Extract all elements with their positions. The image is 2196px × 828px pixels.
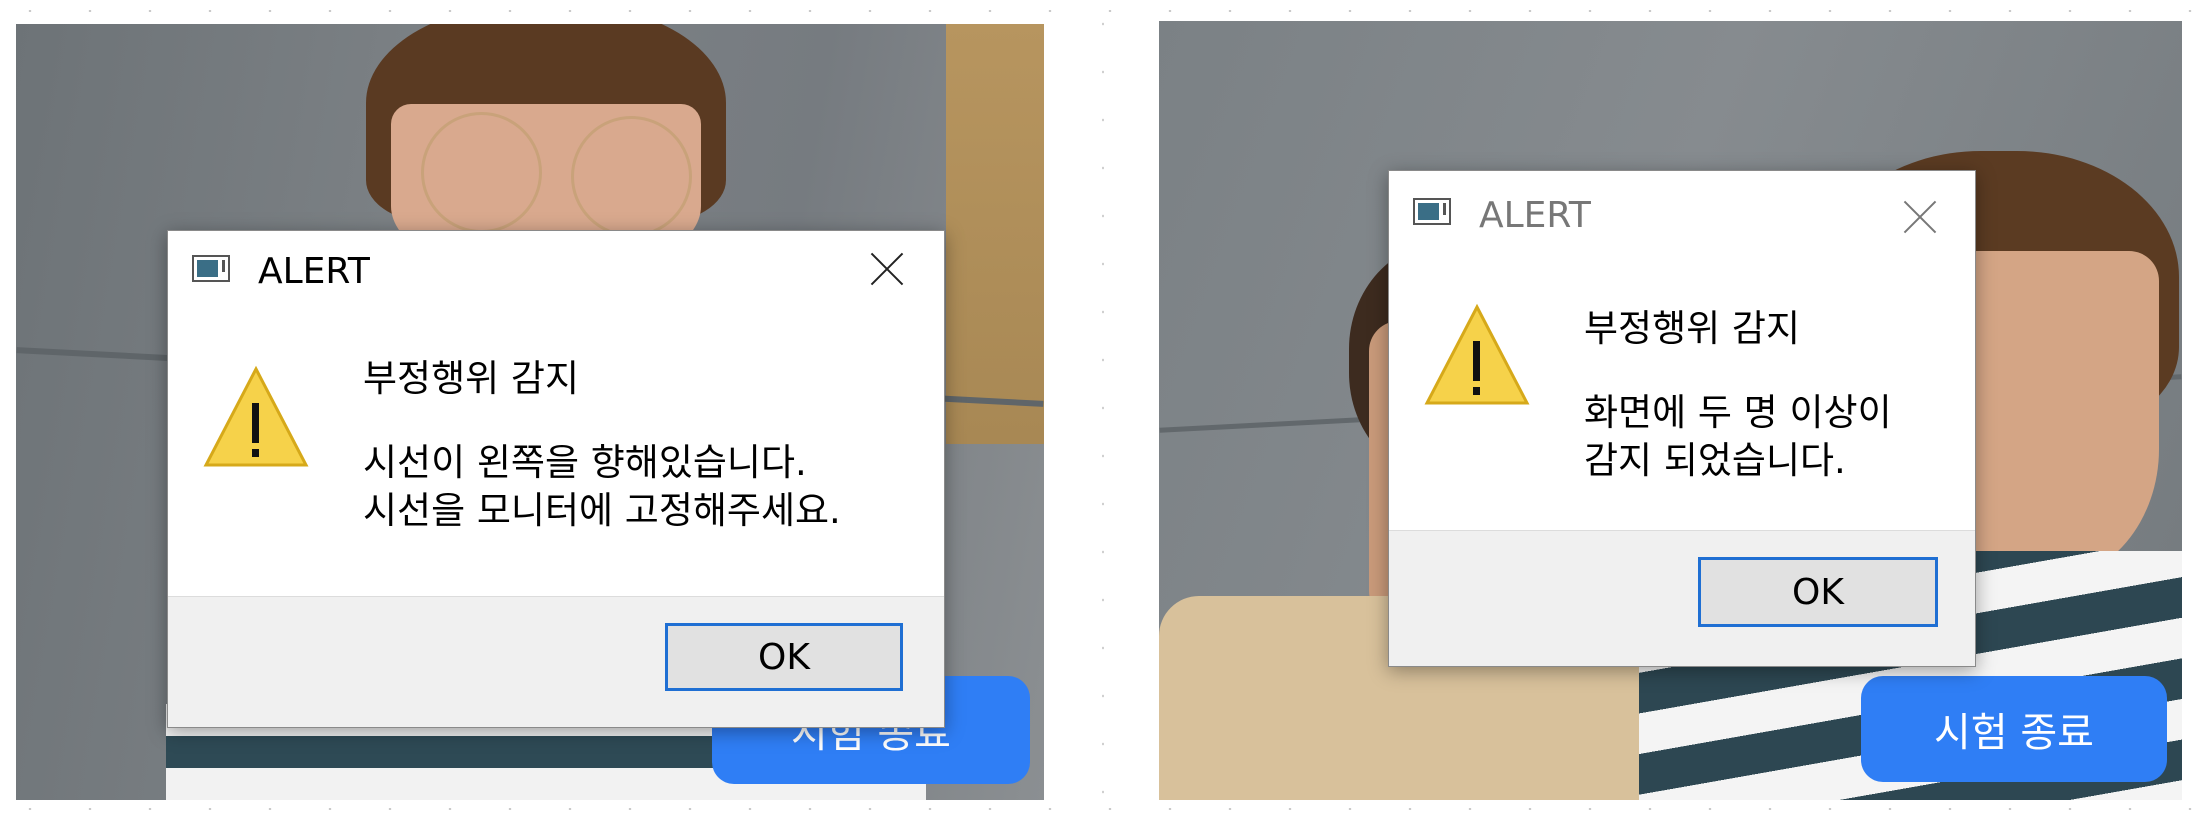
dialog-titlebar: ALERT: [1389, 171, 1975, 241]
dialog-message: 부정행위 감지 시선이 왼쪽을 향해있습니다. 시선을 모니터에 고정해주세요.: [363, 355, 841, 535]
dialog-footer: OK: [1389, 530, 1975, 666]
dialog-titlebar: ALERT: [168, 231, 944, 301]
close-icon[interactable]: [868, 249, 908, 289]
grid-dots-top: [0, 10, 2196, 12]
webcam-door-edge: [946, 24, 1044, 444]
dialog-footer: OK: [168, 596, 944, 727]
dialog-title: ALERT: [1479, 195, 1591, 236]
dialog-message-line: 화면에 두 명 이상이: [1584, 391, 1892, 434]
ok-button[interactable]: OK: [1698, 557, 1938, 627]
grid-dots-middle: [1102, 0, 1104, 828]
close-icon[interactable]: [1901, 197, 1941, 237]
ok-button[interactable]: OK: [665, 623, 903, 691]
dialog-message-line: 시선이 왼쪽을 향해있습니다.: [363, 441, 807, 484]
webcam-frame-left: 시험 종료 ALERT 부정행위 감지 시선이 왼쪽을 향해있습니다. 시선을 …: [16, 24, 1044, 800]
exam-end-button[interactable]: 시험 종료: [1861, 676, 2167, 782]
glasses-left-lens: [421, 112, 542, 233]
grid-dots-bottom: [0, 808, 2196, 810]
app-window-icon: [1413, 198, 1451, 225]
app-window-icon: [192, 255, 230, 282]
dialog-heading: 부정행위 감지: [1584, 307, 1801, 350]
dialog-message: 부정행위 감지 화면에 두 명 이상이 감지 되었습니다.: [1584, 305, 1892, 485]
dialog-message-line: 감지 되었습니다.: [1584, 439, 1846, 482]
warning-icon: [203, 365, 309, 467]
dialog-message-line: 시선을 모니터에 고정해주세요.: [363, 489, 841, 532]
glasses-right-lens: [571, 116, 692, 237]
alert-dialog: ALERT 부정행위 감지 화면에 두 명 이상이 감지 되었습니다. OK: [1388, 170, 1976, 667]
dialog-title: ALERT: [258, 251, 370, 292]
webcam-frame-right: 시험 종료 ALERT 부정행위 감지 화면에 두 명 이상이 감지 되었습니다…: [1159, 21, 2182, 800]
dialog-heading: 부정행위 감지: [363, 357, 580, 400]
alert-dialog: ALERT 부정행위 감지 시선이 왼쪽을 향해있습니다. 시선을 모니터에 고…: [167, 230, 945, 728]
warning-icon: [1424, 303, 1530, 405]
